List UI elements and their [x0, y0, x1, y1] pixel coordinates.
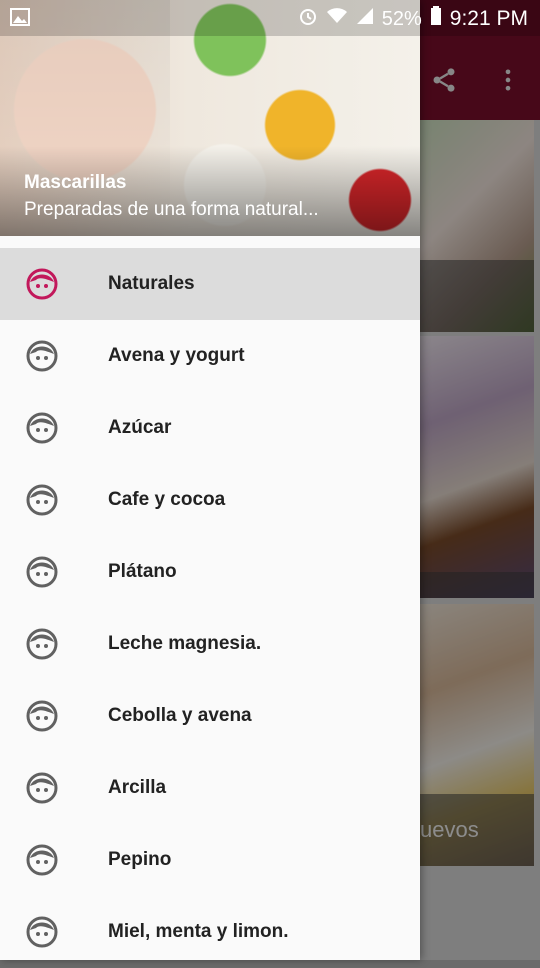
- face-icon: [26, 916, 58, 948]
- drawer-item[interactable]: Arcilla: [0, 752, 420, 824]
- drawer-item-label: Cebolla y avena: [108, 705, 252, 726]
- drawer-item[interactable]: Cafe y cocoa: [0, 464, 420, 536]
- face-icon: [26, 844, 58, 876]
- drawer-item[interactable]: Leche magnesia.: [0, 608, 420, 680]
- clock: 9:21 PM: [449, 7, 528, 30]
- drawer-item[interactable]: Plátano: [0, 536, 420, 608]
- face-icon: [26, 340, 58, 372]
- drawer-item[interactable]: Pepino: [0, 824, 420, 896]
- face-icon: [26, 628, 58, 660]
- gallery-notification-icon: [10, 8, 30, 32]
- face-icon: [26, 484, 58, 516]
- drawer-item[interactable]: Avena y yogurt: [0, 320, 420, 392]
- battery-percent: 52%: [381, 7, 422, 30]
- drawer-item[interactable]: Naturales: [0, 248, 420, 320]
- drawer-item-label: Miel, menta y limon.: [108, 921, 289, 942]
- navigation-drawer: Mascarillas Preparadas de una forma natu…: [0, 0, 420, 960]
- wifi-icon: [326, 7, 348, 31]
- drawer-title: Mascarillas: [24, 172, 127, 193]
- face-icon: [26, 268, 58, 300]
- face-icon: [26, 556, 58, 588]
- status-bar: 52% 9:21 PM: [0, 0, 540, 36]
- signal-icon: [356, 7, 374, 31]
- drawer-item-label: Pepino: [108, 849, 172, 870]
- face-icon: [26, 772, 58, 804]
- drawer-item-label: Naturales: [108, 273, 195, 294]
- drawer-menu: Naturales Avena y yogurt Azúcar Cafe y coco…: [0, 248, 420, 968]
- drawer-item[interactable]: Miel, menta y limon.: [0, 896, 420, 968]
- alarm-icon: [298, 6, 318, 32]
- drawer-item-label: Leche magnesia.: [108, 633, 262, 654]
- drawer-subtitle: Preparadas de una forma natural...: [24, 199, 319, 220]
- drawer-item[interactable]: Cebolla y avena: [0, 680, 420, 752]
- drawer-item[interactable]: Azúcar: [0, 392, 420, 464]
- face-icon: [26, 412, 58, 444]
- drawer-item-label: Azúcar: [108, 417, 172, 438]
- drawer-item-label: Avena y yogurt: [108, 345, 245, 366]
- drawer-item-label: Arcilla: [108, 777, 167, 798]
- battery-icon: [430, 6, 442, 32]
- drawer-item-label: Cafe y cocoa: [108, 489, 226, 510]
- face-icon: [26, 700, 58, 732]
- drawer-item-label: Plátano: [108, 561, 177, 582]
